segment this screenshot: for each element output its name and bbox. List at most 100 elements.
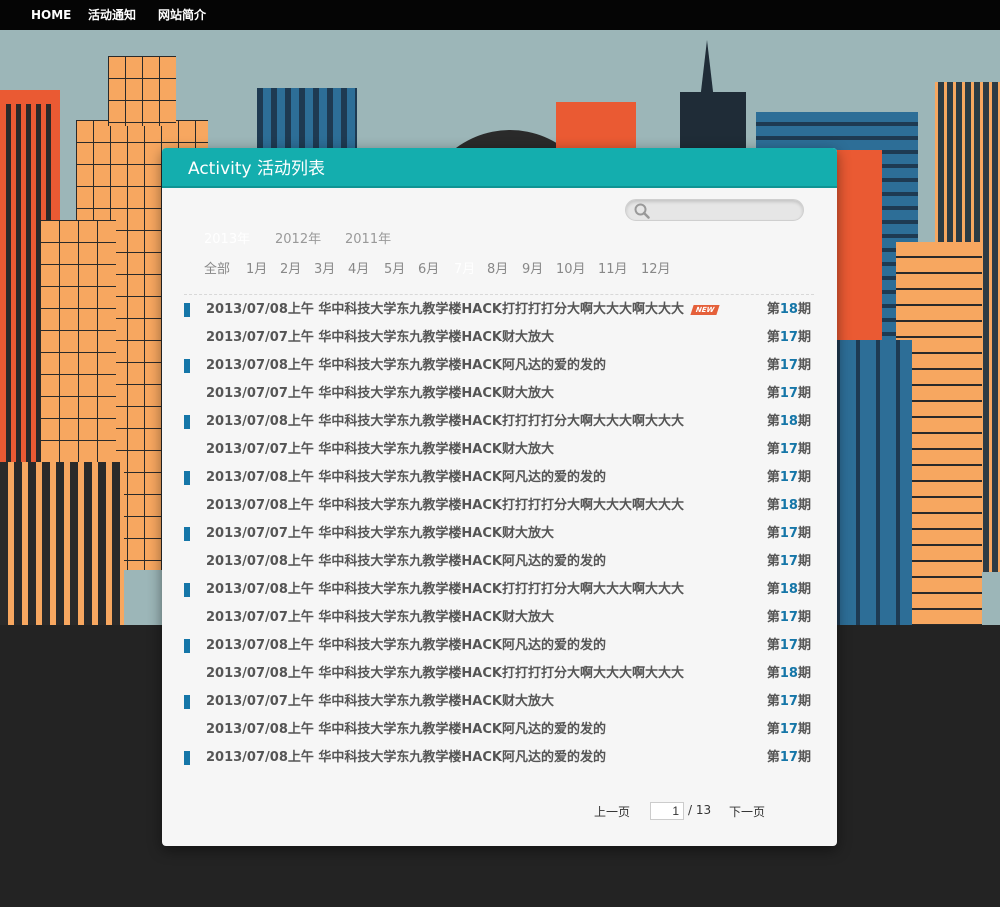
issue-suffix: 期	[797, 470, 811, 485]
issue-prefix: 第	[766, 302, 780, 317]
month-tab-1[interactable]: 1月	[246, 260, 267, 280]
issue-number: 第17期	[767, 357, 811, 375]
activity-title-link[interactable]: 2013/07/08上午 华中科技大学东九教学楼HACK阿凡达的爱的发的	[206, 469, 606, 487]
month-tab-6[interactable]: 6月	[418, 260, 439, 280]
activity-title-link[interactable]: 2013/07/08上午 华中科技大学东九教学楼HACK阿凡达的爱的发的	[206, 637, 606, 655]
issue-suffix: 期	[797, 722, 811, 737]
activity-title-link[interactable]: 2013/07/07上午 华中科技大学东九教学楼HACK财大放大	[206, 441, 554, 459]
issue-number: 第18期	[767, 665, 811, 683]
next-page-link[interactable]: 下一页	[729, 803, 765, 820]
issue-suffix: 期	[797, 638, 811, 653]
month-tab-all[interactable]: 全部	[204, 260, 230, 280]
activity-title-link[interactable]: 2013/07/08上午 华中科技大学东九教学楼HACK阿凡达的爱的发的	[206, 749, 606, 767]
activity-row[interactable]: 2013/07/08上午 华中科技大学东九教学楼HACK阿凡达的爱的发的 第17期	[162, 744, 837, 772]
page-number-input[interactable]	[650, 802, 684, 820]
activity-row[interactable]: 2013/07/08上午 华中科技大学东九教学楼HACK打打打打分大啊大大大啊大…	[162, 576, 837, 604]
issue-value: 18	[779, 582, 798, 597]
year-tab-2013[interactable]: 2013年	[204, 230, 250, 250]
activity-row[interactable]: 2013/07/08上午 华中科技大学东九教学楼HACK打打打打分大啊大大大啊大…	[162, 492, 837, 520]
activity-title-link[interactable]: 2013/07/08上午 华中科技大学东九教学楼HACK阿凡达的爱的发的	[206, 357, 606, 375]
activity-title-link[interactable]: 2013/07/08上午 华中科技大学东九教学楼HACK打打打打分大啊大大大啊大…	[206, 301, 684, 319]
activity-row[interactable]: 2013/07/08上午 华中科技大学东九教学楼HACK阿凡达的爱的发的 第17期	[162, 464, 837, 492]
panel-title: Activity 活动列表	[188, 159, 325, 179]
activity-title-link[interactable]: 2013/07/08上午 华中科技大学东九教学楼HACK打打打打分大啊大大大啊大…	[206, 497, 684, 515]
issue-number: 第18期	[767, 413, 811, 431]
issue-prefix: 第	[766, 526, 780, 541]
issue-suffix: 期	[797, 302, 811, 317]
activity-title-link[interactable]: 2013/07/07上午 华中科技大学东九教学楼HACK财大放大	[206, 693, 554, 711]
activity-title-link[interactable]: 2013/07/07上午 华中科技大学东九教学楼HACK财大放大	[206, 385, 554, 403]
nav-activity-notice-link[interactable]: 活动通知	[88, 7, 136, 23]
search-input[interactable]	[652, 202, 797, 218]
activity-row[interactable]: 2013/07/08上午 华中科技大学东九教学楼HACK阿凡达的爱的发的 第17期	[162, 548, 837, 576]
activity-title-link[interactable]: 2013/07/07上午 华中科技大学东九教学楼HACK财大放大	[206, 329, 554, 347]
issue-prefix: 第	[766, 666, 780, 681]
issue-prefix: 第	[766, 330, 780, 345]
activity-title-link[interactable]: 2013/07/08上午 华中科技大学东九教学楼HACK打打打打分大啊大大大啊大…	[206, 413, 684, 431]
activity-row[interactable]: 2013/07/07上午 华中科技大学东九教学楼HACK财大放大 第17期	[162, 688, 837, 716]
activity-title-link[interactable]: 2013/07/07上午 华中科技大学东九教学楼HACK财大放大	[206, 525, 554, 543]
nav-home-link[interactable]: HOME	[31, 7, 71, 23]
issue-suffix: 期	[797, 582, 811, 597]
activity-row[interactable]: 2013/07/07上午 华中科技大学东九教学楼HACK财大放大 第17期	[162, 604, 837, 632]
issue-value: 17	[779, 610, 798, 625]
activity-title-link[interactable]: 2013/07/08上午 华中科技大学东九教学楼HACK打打打打分大啊大大大啊大…	[206, 665, 684, 683]
issue-number: 第17期	[767, 609, 811, 627]
activity-title-link[interactable]: 2013/07/08上午 华中科技大学东九教学楼HACK打打打打分大啊大大大啊大…	[206, 581, 684, 599]
activity-title-link[interactable]: 2013/07/08上午 华中科技大学东九教学楼HACK阿凡达的爱的发的	[206, 553, 606, 571]
activity-row[interactable]: 2013/07/08上午 华中科技大学东九教学楼HACK阿凡达的爱的发的 第17期	[162, 632, 837, 660]
issue-prefix: 第	[766, 386, 780, 401]
activity-row[interactable]: 2013/07/08上午 华中科技大学东九教学楼HACK阿凡达的爱的发的 第17期	[162, 352, 837, 380]
activity-panel: Activity 活动列表 2013年 2012年 2011年 全部 1月 2月…	[162, 148, 837, 846]
year-tab-2011[interactable]: 2011年	[345, 230, 391, 250]
activity-row[interactable]: 2013/07/07上午 华中科技大学东九教学楼HACK财大放大 第17期	[162, 380, 837, 408]
total-pages: / 13	[688, 803, 712, 817]
search-box[interactable]	[625, 199, 804, 221]
month-tab-2[interactable]: 2月	[280, 260, 301, 280]
nav-site-intro-link[interactable]: 网站简介	[158, 7, 206, 23]
month-tab-5[interactable]: 5月	[384, 260, 405, 280]
issue-prefix: 第	[766, 498, 780, 513]
issue-number: 第17期	[767, 525, 811, 543]
issue-suffix: 期	[797, 610, 811, 625]
issue-suffix: 期	[797, 554, 811, 569]
month-tab-12[interactable]: 12月	[641, 260, 671, 280]
issue-suffix: 期	[797, 442, 811, 457]
issue-value: 17	[779, 330, 798, 345]
issue-value: 18	[779, 302, 798, 317]
month-tab-9[interactable]: 9月	[522, 260, 543, 280]
month-tab-10[interactable]: 10月	[556, 260, 586, 280]
issue-number: 第18期	[767, 497, 811, 515]
issue-value: 17	[779, 638, 798, 653]
activity-row[interactable]: 2013/07/07上午 华中科技大学东九教学楼HACK财大放大 第17期	[162, 520, 837, 548]
activity-title-link[interactable]: 2013/07/08上午 华中科技大学东九教学楼HACK阿凡达的爱的发的	[206, 721, 606, 739]
activity-row[interactable]: 2013/07/08上午 华中科技大学东九教学楼HACK打打打打分大啊大大大啊大…	[162, 660, 837, 688]
activity-row[interactable]: 2013/07/08上午 华中科技大学东九教学楼HACK阿凡达的爱的发的 第17期	[162, 716, 837, 744]
issue-number: 第17期	[767, 329, 811, 347]
activity-row[interactable]: 2013/07/07上午 华中科技大学东九教学楼HACK财大放大 第17期	[162, 436, 837, 464]
issue-suffix: 期	[797, 526, 811, 541]
issue-value: 17	[779, 554, 798, 569]
month-tab-4[interactable]: 4月	[348, 260, 369, 280]
new-badge: NEW	[690, 305, 720, 315]
issue-number: 第18期	[767, 581, 811, 599]
activity-row[interactable]: 2013/07/08上午 华中科技大学东九教学楼HACK打打打打分大啊大大大啊大…	[162, 296, 837, 324]
activity-row[interactable]: 2013/07/07上午 华中科技大学东九教学楼HACK财大放大 第17期	[162, 324, 837, 352]
month-tab-8[interactable]: 8月	[487, 260, 508, 280]
prev-page-link[interactable]: 上一页	[594, 803, 630, 820]
issue-suffix: 期	[797, 330, 811, 345]
month-tab-3[interactable]: 3月	[314, 260, 335, 280]
row-marker	[184, 303, 190, 317]
year-tab-2012[interactable]: 2012年	[275, 230, 321, 250]
issue-number: 第17期	[767, 637, 811, 655]
row-marker	[184, 527, 190, 541]
issue-prefix: 第	[766, 582, 780, 597]
month-tab-11[interactable]: 11月	[598, 260, 628, 280]
activity-row[interactable]: 2013/07/08上午 华中科技大学东九教学楼HACK打打打打分大啊大大大啊大…	[162, 408, 837, 436]
month-tab-7[interactable]: 7月	[454, 260, 475, 280]
issue-prefix: 第	[766, 694, 780, 709]
issue-suffix: 期	[797, 498, 811, 513]
issue-number: 第17期	[767, 469, 811, 487]
activity-title-link[interactable]: 2013/07/07上午 华中科技大学东九教学楼HACK财大放大	[206, 609, 554, 627]
issue-prefix: 第	[766, 470, 780, 485]
